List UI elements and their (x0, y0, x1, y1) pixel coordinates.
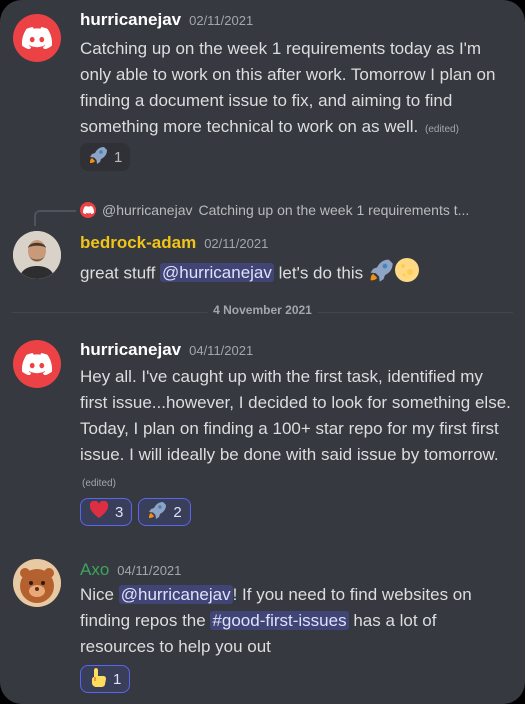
message-content: Nice (80, 585, 119, 604)
message-content: let's do this (273, 263, 368, 283)
channel-mention[interactable]: #good-first-issues (210, 611, 349, 630)
message-content: Hey all. I've caught up with the first t… (80, 367, 511, 464)
avatar[interactable] (13, 340, 61, 388)
user-avatar-icon (13, 559, 61, 607)
chat-panel: hurricanejav 02/11/2021 Catching up on th… (0, 0, 525, 704)
edited-label: (edited) (82, 478, 116, 489)
username[interactable]: hurricanejav (80, 10, 181, 29)
moon-icon (394, 257, 420, 291)
reaction-count: 1 (114, 148, 123, 166)
username[interactable]: Axo (80, 560, 109, 579)
rocket-icon (368, 257, 394, 291)
heart-icon (89, 500, 109, 523)
reaction-rocket[interactable]: 1 (80, 143, 131, 171)
avatar[interactable] (13, 231, 61, 279)
reaction-heart[interactable]: 3 (80, 498, 133, 526)
username[interactable]: bedrock-adam (80, 233, 196, 252)
message-text: Catching up on the week 1 requirements t… (80, 36, 512, 143)
timestamp: 04/11/2021 (117, 563, 182, 578)
message-content: great stuff (80, 263, 161, 283)
discord-logo-icon (82, 206, 94, 214)
reaction-count: 3 (115, 503, 124, 521)
reply-text: Catching up on the week 1 requirements t… (198, 202, 470, 218)
message-text: great stuff @hurricanejav let's do this (80, 257, 512, 291)
message-content: Catching up on the week 1 requirements t… (80, 39, 496, 136)
reply-username: @hurricanejav (102, 202, 193, 218)
message-text: Nice @hurricanejav! If you need to find … (80, 582, 512, 660)
reaction-count: 2 (173, 503, 182, 521)
reaction-rocket[interactable]: 2 (138, 498, 191, 526)
username[interactable]: hurricanejav (80, 340, 181, 359)
timestamp: 02/11/2021 (204, 236, 269, 251)
rocket-icon (88, 145, 108, 169)
user-photo-icon (13, 231, 61, 279)
reactions: 1 (80, 665, 131, 693)
user-mention[interactable]: @hurricanejav (160, 263, 274, 283)
discord-logo-icon (22, 27, 52, 49)
reactions: 1 (80, 143, 131, 171)
user-mention[interactable]: @hurricanejav (118, 585, 233, 604)
avatar[interactable] (13, 14, 61, 62)
reaction-pointing-hand[interactable]: 1 (80, 665, 131, 693)
reply-avatar (80, 202, 96, 218)
rocket-icon (147, 500, 167, 524)
edited-label: (edited) (425, 124, 459, 135)
date-divider-label: 4 November 2021 (207, 303, 318, 317)
message-text: Hey all. I've caught up with the first t… (80, 364, 512, 497)
avatar[interactable] (13, 559, 61, 607)
reply-connector (34, 210, 76, 226)
timestamp: 02/11/2021 (189, 13, 254, 28)
timestamp: 04/11/2021 (189, 343, 254, 358)
reactions: 3 2 (80, 498, 191, 526)
reaction-count: 1 (113, 670, 122, 688)
reply-preview[interactable]: @hurricanejav Catching up on the week 1 … (80, 202, 512, 218)
pointing-hand-icon (89, 667, 107, 691)
discord-logo-icon (22, 353, 52, 375)
